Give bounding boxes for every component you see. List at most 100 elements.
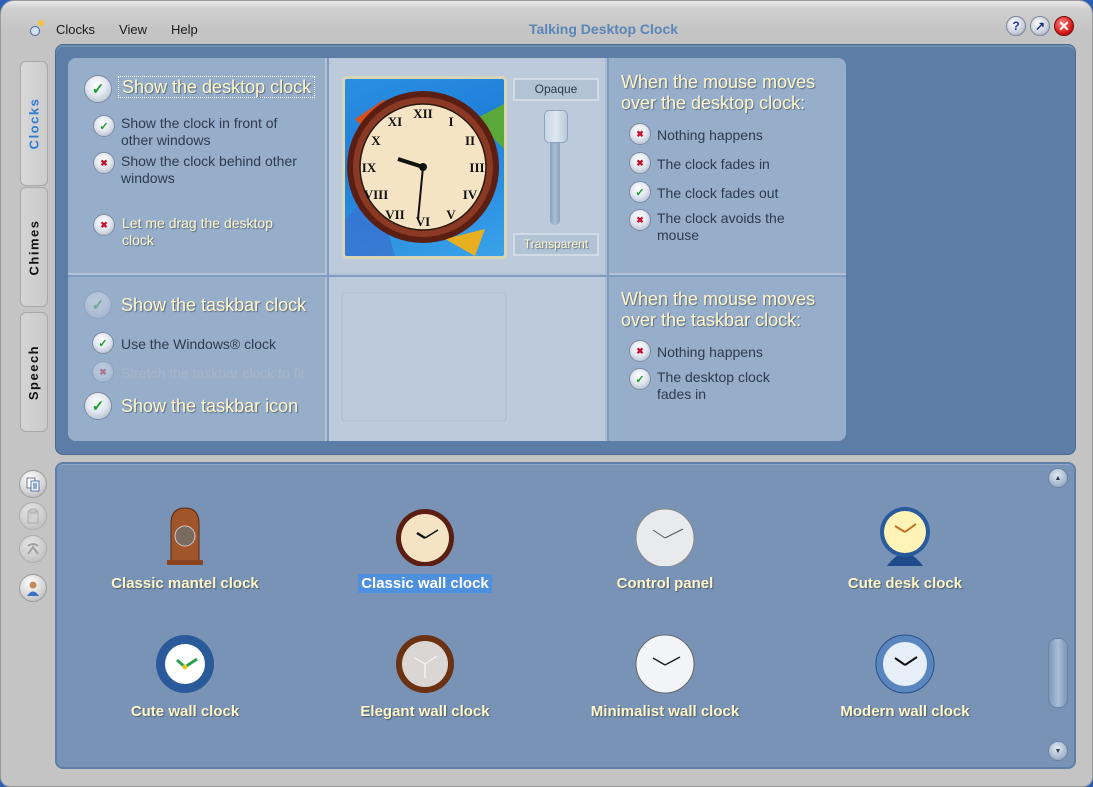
gallery-label: Classic mantel clock xyxy=(111,575,259,592)
copy-button[interactable] xyxy=(19,470,47,498)
desktop-avoids-label[interactable]: The clock avoids the mouse xyxy=(657,210,807,244)
scroll-down-button[interactable]: ▼ xyxy=(1048,741,1068,761)
tab-speech-label: Speech xyxy=(26,344,42,400)
copy-icon xyxy=(26,477,40,492)
tab-chimes-label: Chimes xyxy=(26,219,42,275)
tab-clocks-label: Clocks xyxy=(26,97,42,150)
delete-icon xyxy=(27,543,39,555)
tab-speech[interactable]: Speech xyxy=(20,312,48,432)
svg-text:XI: XI xyxy=(388,114,402,129)
tab-clocks[interactable]: Clocks xyxy=(20,61,48,186)
gallery-item-classic-mantel-clock[interactable]: Classic mantel clock xyxy=(65,506,305,593)
gallery-item-modern-wall-clock[interactable]: Modern wall clock xyxy=(785,634,1025,721)
check-icon: ✓ xyxy=(99,120,109,133)
transparent-button[interactable]: Transparent xyxy=(513,233,599,256)
paste-icon xyxy=(27,508,39,524)
user-icon xyxy=(27,581,39,596)
x-icon: ✖ xyxy=(99,366,107,377)
gallery-item-cute-wall-clock[interactable]: Cute wall clock xyxy=(65,634,305,721)
window-title: Talking Desktop Clock xyxy=(528,21,679,37)
x-icon: ✖ xyxy=(636,214,644,225)
check-icon: ✓ xyxy=(91,81,105,98)
gallery-label: Minimalist wall clock xyxy=(590,703,740,720)
svg-text:XII: XII xyxy=(413,106,433,121)
clock-behind-label[interactable]: Show the clock behind other windows xyxy=(121,153,316,187)
help-icon: ? xyxy=(1012,19,1020,33)
arrow-up-icon: ▲ xyxy=(1054,474,1062,482)
cute-wall-clock-icon xyxy=(156,635,214,693)
desktop-fades-in-radio[interactable]: ✖ xyxy=(629,152,651,174)
drag-desktop-clock-label[interactable]: Let me drag the desktop clock xyxy=(122,215,302,249)
desktop-clock-preview: XII I II III IV V VI VII VIII IX X XI xyxy=(342,76,507,259)
check-icon: ✓ xyxy=(635,373,645,386)
svg-text:VIII: VIII xyxy=(364,187,389,202)
restore-button[interactable]: ↗ xyxy=(1030,16,1050,36)
show-taskbar-clock-label[interactable]: Show the taskbar clock xyxy=(121,295,306,316)
use-windows-clock-label[interactable]: Use the Windows® clock xyxy=(121,336,276,353)
check-icon: ✓ xyxy=(635,186,645,199)
taskbar-desktop-fades-in-radio[interactable]: ✓ xyxy=(629,368,651,390)
elegant-wall-clock-icon xyxy=(396,635,454,693)
gallery-item-elegant-wall-clock[interactable]: Elegant wall clock xyxy=(305,634,545,721)
taskbar-nothing-radio[interactable]: ✖ xyxy=(629,340,651,362)
minimalist-wall-clock-icon xyxy=(635,634,695,694)
svg-text:V: V xyxy=(446,207,456,222)
opaque-button[interactable]: Opaque xyxy=(513,78,599,101)
taskbar-clock-preview xyxy=(341,292,507,422)
help-button[interactable]: ? xyxy=(1006,16,1026,36)
check-icon: ✓ xyxy=(91,398,105,415)
gallery-scrollbar-thumb[interactable] xyxy=(1048,638,1068,708)
taskbar-desktop-fades-in-label[interactable]: The desktop clock fades in xyxy=(657,369,797,403)
gallery-item-cute-desk-clock[interactable]: Cute desk clock xyxy=(785,506,1025,593)
opacity-slider-thumb[interactable] xyxy=(544,110,568,143)
cute-desk-clock-icon xyxy=(880,507,930,566)
desktop-fades-out-label[interactable]: The clock fades out xyxy=(657,185,778,202)
control-panel-clock-icon xyxy=(635,508,695,566)
tab-chimes[interactable]: Chimes xyxy=(20,187,48,307)
gallery-item-minimalist-wall-clock[interactable]: Minimalist wall clock xyxy=(545,634,785,721)
gallery-item-control-panel[interactable]: Control panel xyxy=(545,506,785,593)
classic-wall-clock-preview-icon: XIIIII IIIIVV VIVIIVIII IXXXI xyxy=(345,91,504,256)
svg-text:X: X xyxy=(371,133,381,148)
gallery-label: Modern wall clock xyxy=(840,703,970,720)
x-icon: ✖ xyxy=(100,157,108,168)
stretch-taskbar-clock-checkbox[interactable]: ✖ xyxy=(92,361,114,383)
user-button[interactable] xyxy=(19,574,47,602)
modern-wall-clock-icon xyxy=(875,634,935,694)
clock-behind-radio[interactable]: ✖ xyxy=(93,152,115,174)
svg-text:II: II xyxy=(465,133,475,148)
x-icon: ✖ xyxy=(636,157,644,168)
gallery-item-classic-wall-clock[interactable]: Classic wall clock xyxy=(305,506,545,593)
desktop-avoids-radio[interactable]: ✖ xyxy=(629,209,651,231)
x-icon: ✖ xyxy=(100,219,108,230)
desktop-fades-out-radio[interactable]: ✓ xyxy=(629,181,651,203)
show-desktop-clock-checkbox[interactable]: ✓ xyxy=(84,75,112,103)
desktop-nothing-label[interactable]: Nothing happens xyxy=(657,127,763,144)
taskbar-nothing-label[interactable]: Nothing happens xyxy=(657,344,763,361)
x-icon: ✖ xyxy=(636,345,644,356)
show-taskbar-icon-checkbox[interactable]: ✓ xyxy=(84,392,112,420)
show-taskbar-clock-checkbox[interactable]: ✓ xyxy=(84,291,112,319)
desktop-nothing-radio[interactable]: ✖ xyxy=(629,123,651,145)
stretch-taskbar-clock-label[interactable]: Stretch the taskbar clock to fit xyxy=(121,365,305,382)
svg-text:IX: IX xyxy=(362,160,377,175)
window-controls: ? ↗ ✕ xyxy=(1006,16,1074,36)
desktop-mouse-heading: When the mouse moves over the desktop cl… xyxy=(621,72,816,113)
scroll-up-button[interactable]: ▲ xyxy=(1048,468,1068,488)
close-button[interactable]: ✕ xyxy=(1054,16,1074,36)
paste-button[interactable] xyxy=(19,502,47,530)
app-window: Clocks View Help Talking Desktop Clock ?… xyxy=(0,0,1093,787)
show-desktop-clock-label[interactable]: Show the desktop clock xyxy=(118,76,316,98)
delete-button[interactable] xyxy=(19,535,47,563)
show-taskbar-icon-label[interactable]: Show the taskbar icon xyxy=(121,396,298,417)
close-icon: ✕ xyxy=(1058,17,1070,34)
desktop-fades-in-label[interactable]: The clock fades in xyxy=(657,156,770,173)
clock-in-front-label[interactable]: Show the clock in front of other windows xyxy=(121,115,306,149)
svg-text:III: III xyxy=(469,160,484,175)
gallery-label: Cute desk clock xyxy=(847,575,963,592)
show-desktop-clock-text: Show the desktop clock xyxy=(118,76,316,98)
use-windows-clock-checkbox[interactable]: ✓ xyxy=(92,332,114,354)
drag-desktop-clock-checkbox[interactable]: ✖ xyxy=(93,214,115,236)
clock-in-front-radio[interactable]: ✓ xyxy=(93,115,115,137)
classic-wall-clock-icon xyxy=(396,509,454,566)
